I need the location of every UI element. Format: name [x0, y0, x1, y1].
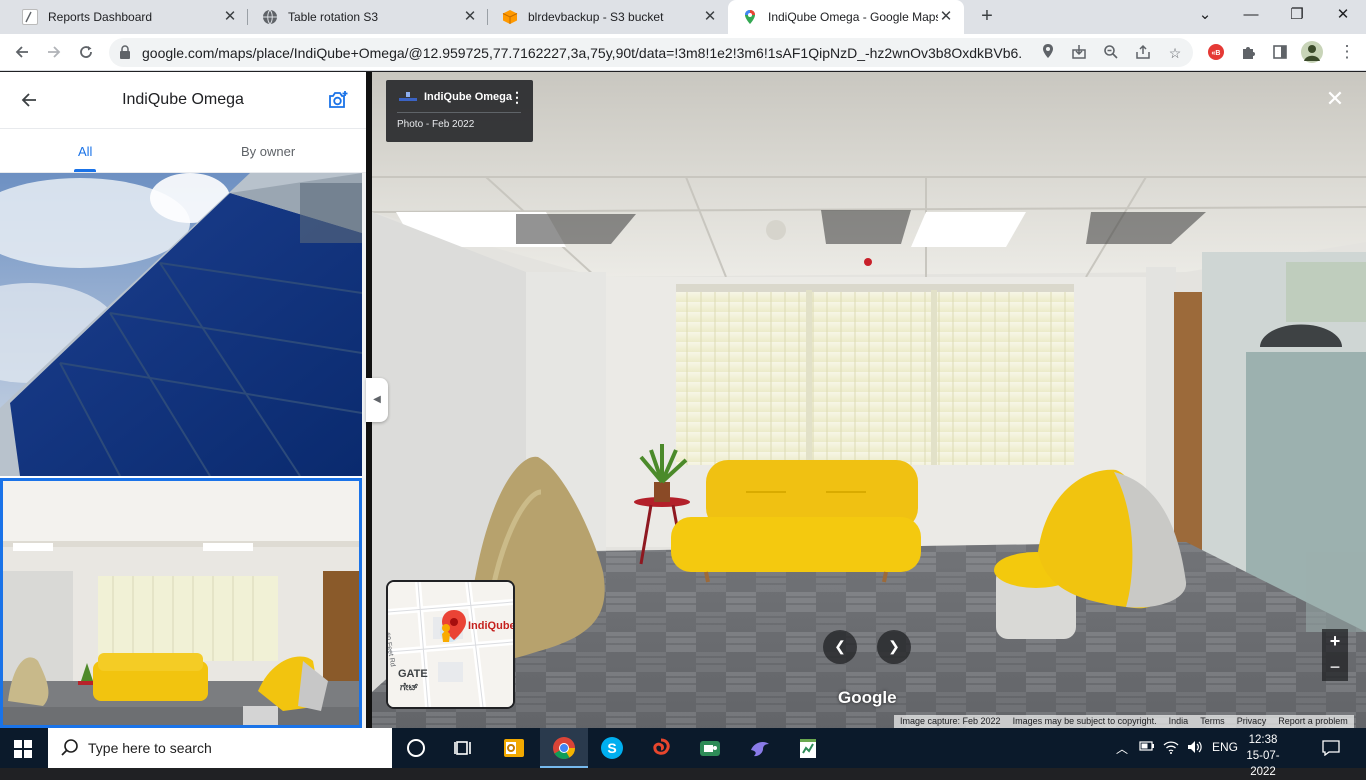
zoom-out-button[interactable]: − [1322, 655, 1348, 681]
photo-thumbnail-lounge[interactable] [0, 478, 362, 728]
close-tab-icon[interactable]: ✕ [222, 9, 238, 25]
search-placeholder: Type here to search [88, 740, 212, 756]
taskbar-search-box[interactable]: Type here to search [48, 728, 392, 768]
zoom-icon[interactable] [1102, 44, 1120, 62]
collapse-panel-button[interactable]: ◀ [366, 378, 388, 422]
minimap-gate-label: GATE [398, 668, 428, 680]
divider [397, 112, 521, 113]
minimize-icon[interactable]: — [1228, 0, 1274, 30]
volume-icon[interactable] [1187, 740, 1203, 757]
zoom-in-button[interactable]: + [1322, 629, 1348, 655]
chrome-menu-icon[interactable]: ⋮ [1334, 40, 1360, 64]
tab-reports-dashboard[interactable]: Reports Dashboard ✕ [8, 0, 248, 34]
close-tab-icon[interactable]: ✕ [938, 9, 954, 25]
svg-text:S: S [607, 740, 616, 756]
minimap-place-label: IndiQube [468, 620, 515, 632]
region-link[interactable]: India [1163, 715, 1195, 728]
bookmark-star-icon[interactable]: ☆ [1166, 44, 1184, 62]
tab-title: IndiQube Omega - Google Maps [768, 10, 938, 24]
panel-title: IndiQube Omega [122, 91, 244, 108]
skype-icon[interactable]: S [588, 728, 636, 768]
task-view-icon[interactable] [440, 728, 488, 768]
photo-thumbnail-building[interactable] [0, 173, 362, 476]
notification-center-icon[interactable] [1322, 740, 1340, 756]
photos-side-panel: IndiQube Omega All By owner [0, 72, 366, 728]
close-tab-icon[interactable]: ✕ [462, 9, 478, 25]
new-tab-button[interactable]: + [974, 5, 1000, 29]
tab-all[interactable]: All [78, 144, 92, 159]
language-indicator[interactable]: ENG [1212, 740, 1238, 754]
minimap-gate-local-label: ಗೇಟ್ [400, 682, 419, 693]
taskbar-clock[interactable]: 12:38 15-07-2022 [1236, 732, 1290, 780]
attribution-bar: Image capture: Feb 2022 Images may be su… [894, 715, 1354, 728]
owner-logo-icon [399, 92, 417, 101]
next-photo-button[interactable]: ❯ [877, 630, 911, 664]
close-viewer-icon[interactable]: ✕ [1324, 88, 1346, 110]
close-icon[interactable]: ✕ [1320, 0, 1366, 30]
outlook-icon[interactable] [490, 728, 538, 768]
windows-taskbar: Type here to search S ︿ ENG 12:38 15-07-… [0, 728, 1366, 778]
share-icon[interactable] [1134, 44, 1152, 62]
reports-favicon [22, 9, 38, 25]
show-hidden-icons-chevron-up-icon[interactable]: ︿ [1116, 740, 1128, 757]
tab-title: Table rotation S3 [288, 10, 379, 24]
globe-favicon [262, 9, 278, 25]
svg-text:«B: «B [1212, 50, 1221, 57]
swirl-app-icon[interactable] [637, 728, 685, 768]
location-pin-icon[interactable] [1039, 44, 1057, 62]
search-icon [61, 739, 78, 756]
tab-google-maps[interactable]: IndiQube Omega - Google Maps ✕ [728, 0, 964, 34]
lock-icon[interactable] [119, 45, 131, 59]
copyright-notice[interactable]: Images may be subject to copyright. [1007, 715, 1163, 728]
tab-s3-bucket[interactable]: blrdevbackup - S3 bucket ✕ [488, 0, 728, 34]
mini-map[interactable]: IndiQube 60 Feet Rd GATE ಗೇಟ್ [386, 580, 515, 709]
privacy-link[interactable]: Privacy [1231, 715, 1273, 728]
url-text[interactable]: google.com/maps/place/IndiQube+Omega/@12… [142, 45, 1022, 61]
tab-table-rotation[interactable]: Table rotation S3 ✕ [248, 0, 488, 34]
browser-toolbar: google.com/maps/place/IndiQube+Omega/@12… [0, 34, 1366, 71]
photo-info-card: IndiQube Omega ⋮ Photo - Feb 2022 [386, 80, 533, 142]
tab-search-chevron-down-icon[interactable]: ⌄ [1182, 0, 1228, 30]
cortana-circle-icon[interactable] [392, 728, 440, 768]
divider [0, 128, 366, 129]
reload-icon[interactable] [73, 40, 99, 64]
close-tab-icon[interactable]: ✕ [702, 9, 718, 25]
address-bar[interactable]: google.com/maps/place/IndiQube+Omega/@12… [109, 38, 1193, 67]
report-problem-link[interactable]: Report a problem [1272, 715, 1354, 728]
photo-viewer[interactable] [366, 72, 1366, 728]
place-name[interactable]: IndiQube Omega [424, 91, 512, 103]
maps-pin-favicon [742, 9, 758, 25]
clock-date: 15-07-2022 [1246, 750, 1280, 778]
image-capture-date: Image capture: Feb 2022 [900, 716, 1001, 726]
google-watermark: Google [838, 688, 897, 707]
green-app-icon[interactable] [686, 728, 734, 768]
previous-photo-button[interactable]: ❮ [823, 630, 857, 664]
wifi-icon[interactable] [1163, 740, 1179, 757]
restore-icon[interactable]: ❐ [1274, 0, 1320, 30]
terms-link[interactable]: Terms [1194, 715, 1231, 728]
windows-start-icon[interactable] [14, 740, 32, 758]
aws-s3-favicon [502, 9, 518, 25]
lounge-photo [366, 72, 1366, 728]
photo-date: Photo - Feb 2022 [397, 119, 475, 130]
side-panel-icon[interactable] [1267, 40, 1293, 64]
extensions-puzzle-icon[interactable] [1235, 40, 1261, 64]
profile-avatar[interactable] [1299, 40, 1325, 64]
dolphin-app-icon[interactable] [736, 728, 784, 768]
clock-time: 12:38 [1248, 734, 1278, 746]
forward-arrow-icon[interactable] [41, 40, 67, 64]
install-app-icon[interactable] [1070, 44, 1088, 62]
chrome-icon[interactable] [540, 728, 588, 768]
browser-tab-strip: Reports Dashboard ✕ Table rotation S3 ✕ … [0, 0, 1366, 34]
back-arrow-icon[interactable] [9, 40, 35, 64]
add-photo-camera-icon[interactable] [327, 89, 349, 111]
battery-icon[interactable] [1139, 740, 1155, 755]
extension-badge-icon[interactable]: «B [1203, 40, 1229, 64]
tab-title: blrdevbackup - S3 bucket [528, 10, 664, 24]
tab-title: Reports Dashboard [48, 10, 153, 24]
tab-by-owner[interactable]: By owner [241, 144, 295, 159]
more-options-icon[interactable]: ⋮ [510, 89, 524, 106]
notepad-chart-icon[interactable] [784, 728, 832, 768]
